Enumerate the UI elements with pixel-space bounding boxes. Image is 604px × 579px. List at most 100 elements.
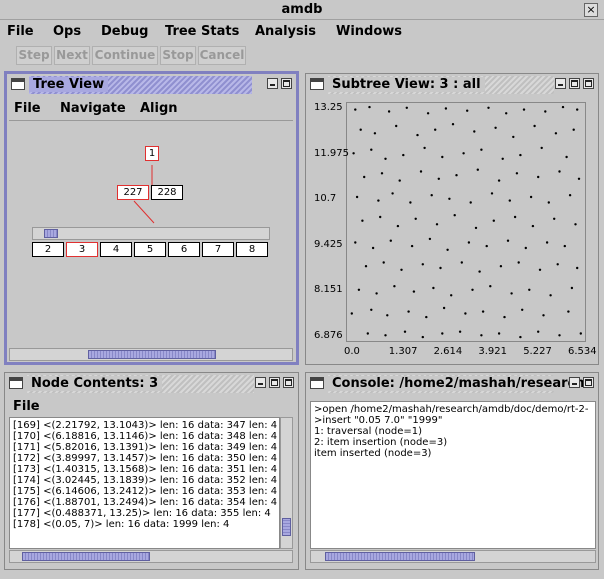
maximize-icon[interactable]	[269, 377, 280, 388]
node-entry-line: [177] <(0.488371, 13.25)> len: 16 data: …	[13, 508, 271, 519]
tree-node-8[interactable]: 8	[236, 242, 268, 257]
minimize-icon[interactable]	[255, 377, 266, 388]
scatter-point	[462, 152, 465, 155]
tree-node-7[interactable]: 7	[202, 242, 234, 257]
scatter-point	[489, 285, 492, 288]
cancel-button[interactable]: Cancel	[198, 46, 246, 65]
scatter-point	[556, 263, 559, 266]
scatter-point	[402, 153, 405, 157]
scatter-point	[572, 128, 575, 131]
scatter-point	[487, 106, 490, 109]
tree-node-3[interactable]: 3	[66, 242, 98, 257]
scatter-point	[405, 106, 408, 109]
scatter-point	[434, 128, 437, 131]
tree-level-scrollbar[interactable]	[32, 227, 270, 240]
stop-button[interactable]: Stop	[160, 46, 196, 65]
scatter-point	[538, 268, 542, 271]
maximize-icon[interactable]	[583, 78, 594, 89]
step-button[interactable]: Step	[16, 46, 52, 65]
scatter-point	[558, 170, 561, 173]
maximize-icon[interactable]	[569, 78, 580, 89]
continue-button[interactable]: Continue	[92, 46, 158, 65]
scatter-point	[466, 109, 469, 112]
x-tick-label: 6.534	[568, 346, 597, 357]
tree-menu-navigate[interactable]: Navigate	[60, 101, 126, 116]
menu-windows[interactable]: Windows	[336, 24, 402, 39]
console-hscrollbar[interactable]	[310, 550, 596, 563]
x-tick-label: 2.614	[433, 346, 463, 357]
node-menu-file[interactable]: File	[13, 399, 40, 414]
scatter-point	[517, 261, 520, 264]
scatter-point	[531, 224, 535, 228]
node-entry-line: [173] <(1.40315, 13.1568)> len: 16 data:…	[13, 464, 278, 475]
scatter-point	[416, 133, 419, 137]
tree-view-hscrollbar[interactable]	[9, 348, 293, 361]
node-contents-vscrollbar[interactable]	[280, 417, 293, 549]
menu-analysis[interactable]: Analysis	[255, 24, 316, 39]
scatter-point	[547, 201, 550, 204]
scatter-point	[428, 237, 432, 241]
scatter-point	[425, 315, 428, 319]
console-titlebar[interactable]: Console: /home2/mashah/research	[306, 373, 598, 395]
tree-node-5[interactable]: 5	[134, 242, 166, 257]
y-tick-label: 6.876	[314, 330, 343, 341]
node-contents-frame: Node Contents: 3 File [169] <(2.21792, 1…	[4, 372, 299, 570]
scatter-point	[490, 192, 494, 195]
scatter-point	[467, 241, 471, 244]
scatter-point	[460, 261, 463, 264]
scatter-point	[439, 266, 442, 270]
menu-file[interactable]: File	[7, 24, 34, 39]
scatter-point	[455, 174, 458, 177]
tree-node-root[interactable]: 1	[145, 146, 159, 161]
scatter-point	[471, 288, 474, 291]
scatter-point	[393, 285, 396, 288]
tree-menu-align[interactable]: Align	[140, 101, 178, 116]
x-tick-label: 1.307	[388, 346, 418, 357]
tree-node-2[interactable]: 2	[32, 242, 64, 257]
scatter-point	[464, 312, 467, 315]
scatter-point	[497, 332, 501, 335]
maximize-icon[interactable]	[583, 377, 594, 388]
tree-node-227[interactable]: 227	[117, 185, 149, 200]
next-button[interactable]: Next	[54, 46, 90, 65]
node-entry-line: [175] <(6.14606, 13.2412)> len: 16 data:…	[13, 486, 278, 497]
node-contents-hscrollbar[interactable]	[9, 550, 293, 563]
tree-node-228[interactable]: 228	[151, 185, 183, 200]
node-contents-text[interactable]: [169] <(2.21792, 13.1043)> len: 16 data:…	[9, 417, 280, 549]
minimize-icon[interactable]	[267, 78, 278, 89]
scatter-point	[426, 112, 430, 115]
subtree-view-titlebar[interactable]: Subtree View: 3 : all	[306, 74, 598, 96]
menu-ops[interactable]: Ops	[53, 24, 81, 39]
tree-view-titlebar[interactable]: Tree View	[7, 74, 296, 96]
minimize-icon[interactable]	[569, 377, 580, 388]
tree-node-6[interactable]: 6	[168, 242, 200, 257]
console-frame: Console: /home2/mashah/research >open /h…	[305, 372, 599, 570]
scatter-point	[519, 153, 522, 157]
scatter-point	[577, 177, 581, 180]
scatter-point	[544, 110, 547, 113]
scatter-point	[576, 266, 579, 270]
scatter-point	[574, 223, 577, 226]
node-contents-titlebar[interactable]: Node Contents: 3	[5, 373, 298, 395]
close-icon[interactable]: ×	[584, 3, 598, 17]
scatter-point	[476, 168, 479, 171]
scatter-point	[412, 290, 416, 293]
maximize-icon[interactable]	[283, 377, 294, 388]
tree-menu-file[interactable]: File	[14, 101, 41, 116]
scatter-point	[370, 308, 373, 311]
minimize-icon[interactable]	[555, 78, 566, 89]
y-tick-label: 9.425	[314, 238, 343, 250]
console-output[interactable]: >open /home2/mashah/research/amdb/doc/de…	[310, 401, 596, 549]
scatter-plot	[350, 105, 582, 339]
scatter-point	[423, 146, 426, 150]
y-tick-label: 13.25	[314, 102, 343, 113]
menu-debug[interactable]: Debug	[101, 24, 148, 39]
scatter-point	[458, 330, 462, 333]
scatter-point	[515, 172, 519, 175]
window-title: amdb	[281, 2, 323, 17]
scatter-point	[561, 105, 565, 109]
tree-node-4[interactable]: 4	[100, 242, 132, 257]
maximize-icon[interactable]	[281, 78, 292, 89]
y-tick-label: 11.975	[314, 147, 349, 159]
menu-tree-stats[interactable]: Tree Stats	[165, 24, 239, 39]
